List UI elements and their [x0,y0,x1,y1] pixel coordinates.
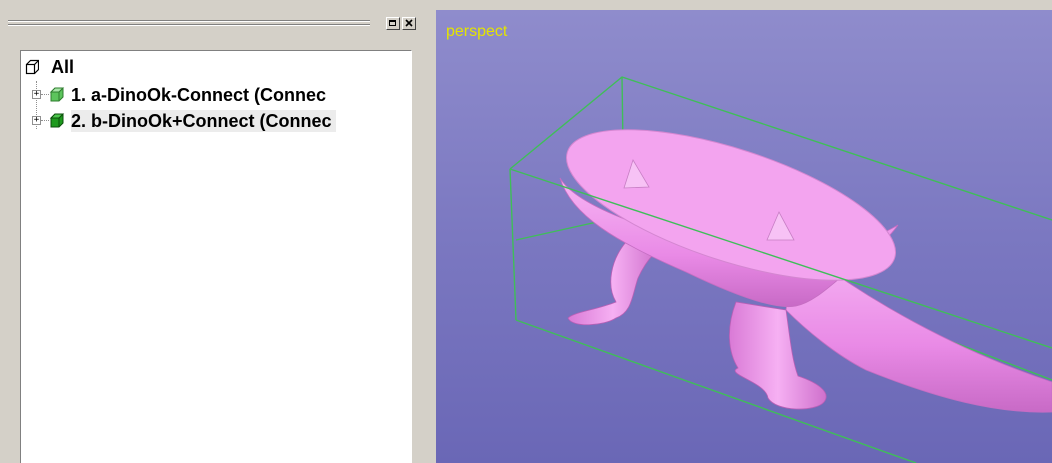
restore-icon[interactable] [386,17,400,30]
layers-icon [25,59,40,80]
dino-leg-back [567,241,659,326]
layer-item-2[interactable]: + 2. b-DinoOk+Connect (Connec [21,110,411,132]
scene-canvas[interactable] [436,10,1052,463]
layer-item-1[interactable]: + 1. a-DinoOk-Connect (Connec [21,84,411,106]
tree-connector [41,94,49,95]
close-icon[interactable] [402,17,416,30]
perspective-viewport[interactable]: perspect [436,10,1052,463]
expand-icon[interactable]: + [32,116,41,125]
layer-tree[interactable]: All + 1. a-DinoOk-Connect (Connec + 2. b… [20,50,412,463]
titlebar-grip[interactable] [8,24,370,26]
tree-connector [41,120,49,121]
tree-root-label: All [51,57,75,77]
viewport-label: perspect [446,23,508,40]
expand-icon[interactable]: + [32,90,41,99]
layer-panel: All + 1. a-DinoOk-Connect (Connec + 2. b… [0,0,430,463]
panel-titlebar[interactable] [0,0,430,48]
layer-label: 2. b-DinoOk+Connect (Connec [71,110,336,132]
layer-label: 1. a-DinoOk-Connect (Connec [71,85,327,105]
tree-root-item[interactable]: All [21,56,411,78]
layer-icon[interactable] [49,86,65,108]
layer-icon[interactable] [49,112,65,134]
titlebar-grip[interactable] [8,20,370,22]
